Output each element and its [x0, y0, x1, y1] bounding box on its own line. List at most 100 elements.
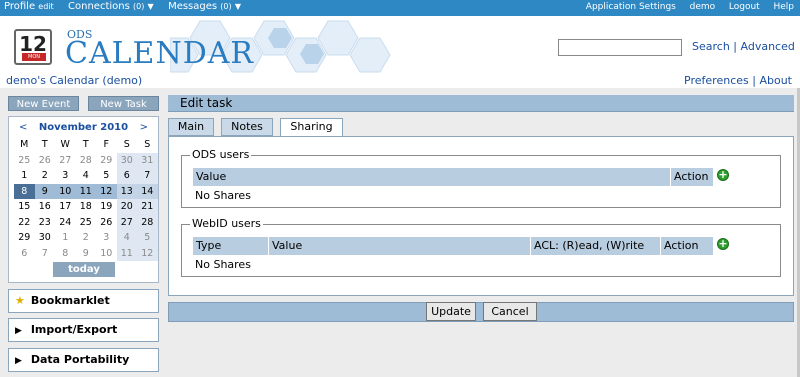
calendar-day[interactable]: 12	[137, 245, 158, 261]
calendar-owner-link[interactable]: demo's Calendar (demo)	[6, 74, 142, 87]
calendar-day[interactable]: 5	[96, 168, 117, 184]
column-header-value: Value	[193, 168, 671, 186]
messages-menu[interactable]: Messages	[168, 1, 217, 12]
calendar-day[interactable]: 1	[55, 230, 76, 246]
calendar-week-row: 22 23 24 25 26 27 28	[14, 214, 158, 231]
calendar-day[interactable]: 24	[55, 215, 76, 231]
calendar-day[interactable]: 16	[35, 199, 56, 215]
calendar-day[interactable]: 6	[116, 168, 137, 184]
application-settings-link[interactable]: Application Settings	[586, 2, 676, 12]
calendar-day[interactable]: 21	[137, 199, 158, 215]
import-export-section[interactable]: ▶ Import/Export	[8, 318, 159, 342]
calendar-day[interactable]: 30	[116, 152, 137, 168]
cancel-button[interactable]: Cancel	[483, 302, 537, 321]
calendar-day[interactable]: 11	[75, 183, 96, 199]
import-export-label: Import/Export	[30, 323, 118, 336]
calendar-week-row: 15 16 17 18 19 20 21	[14, 199, 158, 215]
app-title: CALENDAR	[65, 36, 254, 71]
calendar-day[interactable]: 5	[137, 230, 158, 246]
ods-users-table: Value Action No Shares	[193, 168, 714, 206]
calendar-day[interactable]: 4	[116, 230, 137, 246]
calendar-day[interactable]: 7	[35, 246, 56, 262]
calendar-day[interactable]: 22	[14, 215, 35, 231]
calendar-day[interactable]: 3	[55, 168, 76, 184]
calendar-day[interactable]: 2	[35, 168, 56, 184]
calendar-day[interactable]: 7	[137, 168, 158, 184]
calendar-day[interactable]: 2	[76, 230, 97, 246]
calendar-day[interactable]: 3	[96, 230, 117, 246]
calendar-next-button[interactable]: >	[140, 122, 148, 133]
calendar-day-today[interactable]: 8	[14, 183, 35, 199]
sharing-panel: ODS users Value Action No Shares + WebID…	[168, 136, 794, 296]
calendar-week-row: 1 2 3 4 5 6 7	[14, 168, 158, 184]
data-portability-section[interactable]: ▶ Data Portability	[8, 348, 159, 372]
chevron-down-icon[interactable]: ▼	[235, 2, 241, 11]
top-bar: Profile edit Connections (0) ▼ Messages …	[0, 0, 800, 16]
weekday-header-row: M T W T F S S	[14, 137, 158, 153]
calendar-day[interactable]: 29	[96, 153, 117, 169]
connections-count: (0)	[133, 2, 145, 11]
mini-calendar: November 2010 < > M T W T F S S 25 26 27…	[8, 116, 159, 283]
webid-users-table: Type Value ACL: (R)ead, (W)rite Action N…	[193, 237, 714, 275]
calendar-day[interactable]: 28	[137, 214, 158, 230]
update-button[interactable]: Update	[426, 302, 476, 321]
header: 12 MON ODS CALENDAR Search | Advanced	[0, 16, 800, 74]
calendar-day[interactable]: 12	[96, 183, 117, 199]
about-link[interactable]: About	[759, 74, 792, 87]
calendar-day[interactable]: 20	[116, 199, 137, 215]
calendar-day[interactable]: 18	[76, 199, 97, 215]
calendar-day[interactable]: 15	[14, 199, 35, 215]
profile-edit-link[interactable]: edit	[38, 2, 53, 11]
calendar-day[interactable]: 29	[14, 230, 35, 246]
calendar-day[interactable]: 8	[55, 246, 76, 262]
preferences-link[interactable]: Preferences	[684, 74, 749, 87]
calendar-day[interactable]: 25	[76, 215, 97, 231]
bookmarklet-section[interactable]: ★ Bookmarklet	[8, 289, 159, 313]
calendar-day[interactable]: 30	[35, 230, 56, 246]
new-task-button[interactable]: New Task	[88, 96, 159, 111]
ods-calendar-banner: 12 MON ODS CALENDAR	[0, 16, 396, 74]
calendar-day[interactable]: 10	[96, 246, 117, 262]
calendar-logo-month: MON	[22, 53, 46, 61]
profile-link[interactable]: Profile	[4, 1, 35, 12]
calendar-day[interactable]: 4	[76, 168, 97, 184]
search-input[interactable]	[558, 39, 682, 56]
tab-main[interactable]: Main	[168, 118, 214, 136]
add-webid-user-icon[interactable]: +	[717, 238, 729, 250]
calendar-day[interactable]: 10	[55, 183, 76, 199]
help-link[interactable]: Help	[773, 2, 794, 12]
add-ods-user-icon[interactable]: +	[717, 169, 729, 181]
search-link[interactable]: Search	[692, 40, 730, 53]
calendar-day[interactable]: 27	[116, 214, 137, 230]
user-link[interactable]: demo	[690, 2, 716, 12]
calendar-day[interactable]: 1	[14, 168, 35, 184]
calendar-day[interactable]: 6	[14, 246, 35, 262]
calendar-week-row: 29 30 1 2 3 4 5	[14, 230, 158, 246]
calendar-day[interactable]: 28	[76, 153, 97, 169]
calendar-day[interactable]: 14	[137, 183, 158, 199]
logout-link[interactable]: Logout	[729, 2, 760, 12]
edit-task-header: Edit task	[168, 95, 794, 112]
advanced-search-link[interactable]: Advanced	[741, 40, 795, 53]
calendar-day[interactable]: 9	[34, 183, 55, 199]
calendar-day[interactable]: 27	[55, 153, 76, 169]
calendar-day[interactable]: 23	[35, 215, 56, 231]
calendar-day[interactable]: 31	[137, 152, 158, 168]
calendar-day[interactable]: 11	[116, 245, 137, 261]
calendar-prev-button[interactable]: <	[19, 122, 27, 133]
calendar-day[interactable]: 25	[14, 153, 35, 169]
tab-notes[interactable]: Notes	[221, 118, 273, 136]
calendar-day[interactable]: 26	[96, 215, 117, 231]
today-button[interactable]: today	[53, 262, 115, 277]
calendar-day[interactable]: 17	[55, 199, 76, 215]
chevron-down-icon[interactable]: ▼	[148, 2, 154, 11]
calendar-logo-icon: 12 MON	[14, 29, 52, 65]
tab-sharing[interactable]: Sharing	[280, 118, 343, 137]
page-title: Edit task	[180, 96, 233, 110]
calendar-day[interactable]: 26	[35, 153, 56, 169]
calendar-day[interactable]: 13	[116, 183, 137, 199]
new-event-button[interactable]: New Event	[8, 96, 79, 111]
connections-menu[interactable]: Connections	[68, 1, 130, 12]
calendar-day[interactable]: 9	[76, 246, 97, 262]
calendar-day[interactable]: 19	[96, 199, 117, 215]
